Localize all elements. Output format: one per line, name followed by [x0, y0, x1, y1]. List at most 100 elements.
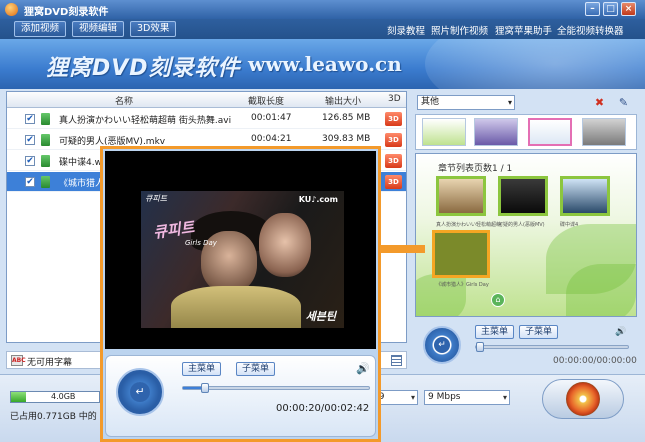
bitrate-value: 9 Mbps [428, 392, 461, 402]
minimize-button[interactable]: – [585, 2, 600, 16]
enter-icon[interactable]: ↵ [434, 337, 450, 353]
menu-style-select[interactable]: 其他 ▾ [417, 95, 515, 110]
column-3d[interactable]: 3D [388, 94, 401, 104]
file-duration: 00:04:21 [251, 134, 292, 144]
progress-knob[interactable] [476, 342, 484, 352]
row-checkbox[interactable]: ✔ [25, 156, 35, 166]
column-name[interactable]: 名称 [115, 94, 133, 107]
usage-text: 已占用0.771GB 中的 [10, 412, 97, 422]
template-strip [415, 114, 637, 150]
chapter-caption-1: 真人扮演かわいい轻松萌超萌 [436, 222, 502, 228]
chapter-page-title: 章节列表页数1 / 1 [438, 164, 513, 174]
3d-badge[interactable]: 3D [385, 112, 402, 126]
3d-badge[interactable]: 3D [385, 154, 402, 168]
watermark-text: KU♪.com [298, 195, 338, 204]
video-file-icon [41, 155, 50, 167]
apple-assistant-link[interactable]: 狸窝苹果助手 [495, 23, 552, 37]
enter-icon[interactable]: ↵ [130, 382, 150, 402]
sub-menu-button[interactable]: 子菜单 [236, 362, 276, 376]
burn-button[interactable] [542, 379, 624, 419]
volume-icon[interactable]: 🔊 [615, 327, 626, 337]
watermark-text: 큐피트 [145, 194, 168, 203]
table-row[interactable]: ✔ 真人扮演かわいい轻松萌超萌 街头热舞.avi 00:01:47 126.85 MB… [7, 109, 406, 129]
chapter-caption-2: 可疑的男人(恶版MV) [498, 222, 545, 228]
brand-title: 狸窝DVD刻录软件 [46, 56, 241, 81]
burn-tutorial-link[interactable]: 刻录教程 [387, 23, 425, 37]
person-image [259, 213, 311, 277]
progress-knob[interactable] [201, 383, 210, 393]
file-name: 真人扮演かわいい轻松萌超萌 街头热舞.avi [59, 116, 232, 126]
chevron-down-icon: ▾ [502, 393, 507, 402]
menu-preview: 章节列表页数1 / 1 真人扮演かわいい轻松萌超萌 可疑的男人(恶版MV) 碟中… [415, 153, 637, 317]
menu-player-controls: ↵ 主菜单 子菜单 🔊 00:00:00/00:00:00 [415, 320, 637, 370]
template-thumb[interactable] [422, 118, 466, 146]
delete-icon[interactable]: ✖ [593, 96, 606, 109]
menu-time-readout: 00:00:00/00:00:00 [553, 356, 637, 366]
edit-icon[interactable]: ✎ [617, 96, 630, 109]
video-progress-slider[interactable] [182, 383, 370, 393]
3d-effect-tab[interactable]: 3D效果 [130, 21, 177, 37]
menu-bar: 添加视频 视频编辑 3D效果 刻录教程 照片制作视频 狸窝苹果助手 全能视频转换… [0, 19, 645, 39]
chapter-thumb-1[interactable] [436, 176, 486, 216]
maximize-button[interactable]: □ [603, 2, 618, 16]
row-checkbox[interactable]: ✔ [25, 177, 35, 187]
sub-menu-button[interactable]: 子菜单 [519, 325, 559, 339]
video-converter-link[interactable]: 全能视频转换器 [557, 23, 624, 37]
column-size[interactable]: 输出大小 [325, 94, 361, 107]
3d-badge[interactable]: 3D [385, 175, 402, 189]
file-size: 309.83 MB [322, 134, 371, 144]
column-duration[interactable]: 截取长度 [248, 94, 284, 107]
video-file-icon [41, 176, 50, 188]
template-thumb[interactable] [582, 118, 626, 146]
menu-style-value: 其他 [421, 97, 440, 107]
chevron-down-icon: ▾ [410, 393, 415, 402]
watermark-text: Girls Day [185, 239, 217, 247]
menu-panel: 其他 ▾ ✖ ✎ 章节列表页数1 / 1 真人扮演かわいい轻松萌超萌 可疑的男人… [413, 91, 639, 371]
volume-icon[interactable]: 🔊 [356, 363, 370, 374]
banner: 狸窝DVD刻录软件 www.leawo.cn [0, 39, 645, 89]
bitrate-select[interactable]: 9 Mbps ▾ [424, 390, 510, 405]
title-bar: 狸窝DVD刻录软件 – □ × [0, 0, 645, 19]
chapter-thumb-2[interactable] [498, 176, 548, 216]
navigation-pad[interactable]: ↵ [116, 368, 164, 416]
subtitle-settings-icon[interactable] [391, 355, 402, 366]
chevron-down-icon: ▾ [507, 98, 512, 107]
file-duration: 00:01:47 [251, 113, 292, 123]
subtitle-icon: ABC [11, 355, 26, 366]
3d-badge[interactable]: 3D [385, 133, 402, 147]
row-checkbox[interactable]: ✔ [25, 135, 35, 145]
menu-progress-slider[interactable] [475, 342, 629, 352]
template-thumb[interactable] [474, 118, 518, 146]
photo-video-link[interactable]: 照片制作视频 [431, 23, 488, 37]
disc-icon [566, 382, 600, 416]
disc-capacity-bar: 4.0GB [10, 391, 100, 403]
row-checkbox[interactable]: ✔ [25, 114, 35, 124]
window-title: 狸窝DVD刻录软件 [24, 7, 109, 18]
add-video-tab[interactable]: 添加视频 [14, 21, 67, 37]
capacity-label: 4.0GB [51, 392, 76, 401]
chapter-thumb-3[interactable] [560, 176, 610, 216]
app-logo-icon [5, 3, 18, 16]
video-screen[interactable]: 큐피트 KU♪.com 큐피트 Girls Day 세븐틴 [105, 151, 376, 349]
main-menu-button[interactable]: 主菜单 [182, 362, 222, 376]
brand-url: www.leawo.cn [248, 52, 402, 76]
close-button[interactable]: × [621, 2, 636, 16]
video-edit-tab[interactable]: 视频编辑 [72, 21, 125, 37]
chapter-caption-4: 《城市猎人》Girls Day [436, 282, 489, 288]
video-file-icon [41, 134, 50, 146]
video-frame: 큐피트 KU♪.com 큐피트 Girls Day 세븐틴 [141, 191, 344, 328]
table-header: 名称 截取长度 输出大小 3D [7, 92, 406, 108]
navigation-pad[interactable]: ↵ [423, 326, 461, 364]
chapter-caption-3: 碟中谍4 [560, 222, 579, 228]
video-file-icon [41, 113, 50, 125]
home-icon[interactable]: ⌂ [491, 293, 505, 307]
subtitle-label[interactable]: 无可用字幕 [27, 355, 72, 368]
video-player-controls: ↵ 主菜单 子菜单 🔊 00:00:20/00:02:42 [105, 355, 376, 437]
main-menu-button[interactable]: 主菜单 [475, 325, 515, 339]
chapter-thumb-4[interactable] [432, 230, 490, 278]
video-preview-popup: 큐피트 KU♪.com 큐피트 Girls Day 세븐틴 ↵ 主菜单 子菜单 … [100, 146, 381, 442]
video-time-readout: 00:00:20/00:02:42 [276, 403, 370, 414]
template-thumb[interactable] [528, 118, 572, 146]
capacity-fill [11, 392, 26, 402]
watermark-text: 세븐틴 [305, 310, 336, 323]
